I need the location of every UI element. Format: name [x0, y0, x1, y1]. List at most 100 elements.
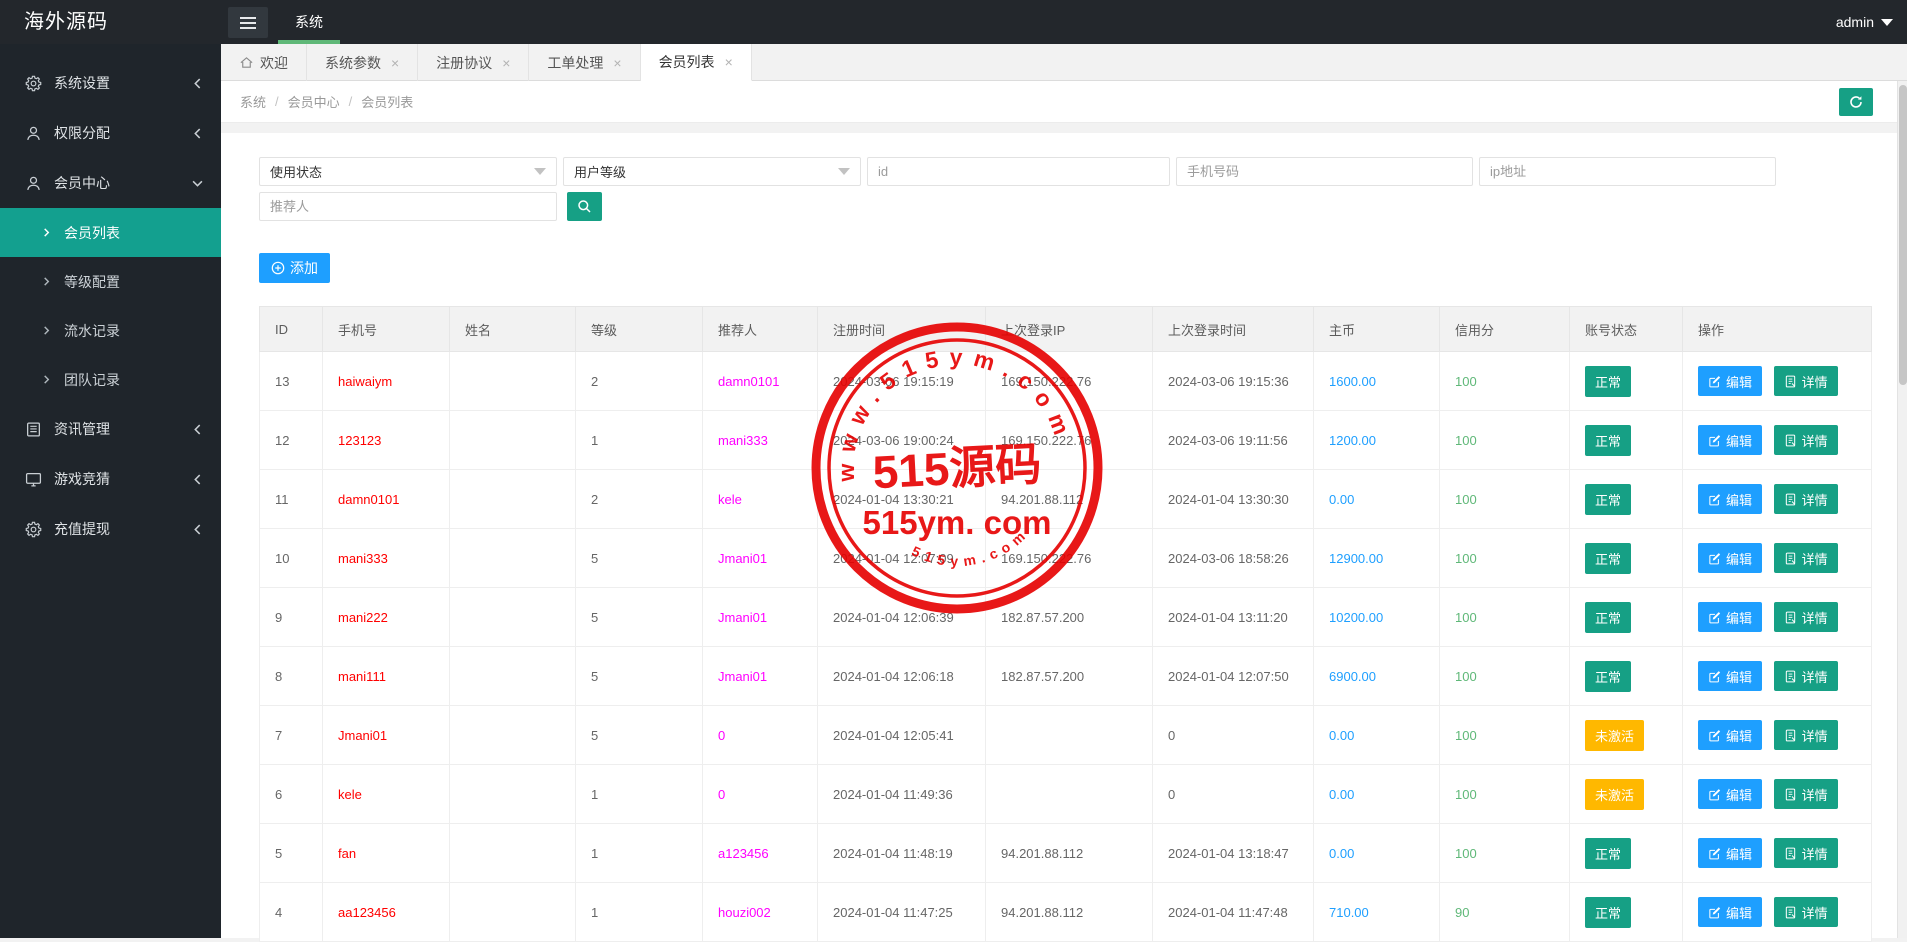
edit-button[interactable]: 编辑 [1698, 779, 1763, 809]
edit-button[interactable]: 编辑 [1698, 425, 1763, 455]
chevron-left-icon [194, 128, 201, 138]
edit-button[interactable]: 编辑 [1698, 366, 1763, 396]
edit-button[interactable]: 编辑 [1698, 720, 1763, 750]
status-badge: 正常 [1585, 837, 1632, 869]
detail-button-label: 详情 [1801, 669, 1828, 685]
edit-button[interactable]: 编辑 [1698, 897, 1763, 927]
cell-referrer: damn0101 [702, 351, 818, 411]
table-row: 4 aa123456 1 houzi002 2024-01-04 11:47:2… [259, 882, 1872, 942]
sidebar-subitem-level-config[interactable]: 等级配置 [0, 257, 221, 306]
cell-status: 正常 [1569, 469, 1683, 529]
tab-member-list[interactable]: 会员列表 × [640, 44, 752, 81]
status-badge: 正常 [1585, 365, 1632, 397]
tab-system-params[interactable]: 系统参数 × [307, 44, 419, 81]
cell-credit: 100 [1439, 410, 1570, 470]
edit-button[interactable]: 编辑 [1698, 602, 1763, 632]
tab-work-orders[interactable]: 工单处理 × [529, 44, 641, 81]
cell-credit: 90 [1439, 882, 1570, 942]
scrollbar-thumb[interactable] [1899, 85, 1907, 385]
detail-button[interactable]: 详情 [1773, 897, 1838, 927]
detail-button[interactable]: 详情 [1773, 366, 1838, 396]
edit-icon [1709, 493, 1721, 505]
sidebar-item-recharge[interactable]: 充值提现 [0, 504, 221, 554]
edit-icon [1709, 729, 1721, 741]
col-name: 姓名 [449, 306, 576, 352]
sidebar-subitem-flow-records[interactable]: 流水记录 [0, 306, 221, 355]
col-last-time: 上次登录时间 [1152, 306, 1314, 352]
sidebar-item-permissions[interactable]: 权限分配 [0, 108, 221, 158]
edit-button[interactable]: 编辑 [1698, 838, 1763, 868]
edit-button[interactable]: 编辑 [1698, 543, 1763, 573]
cell-actions: 编辑 详情 [1682, 764, 1872, 824]
close-icon[interactable]: × [725, 55, 733, 69]
edit-button[interactable]: 编辑 [1698, 661, 1763, 691]
edit-icon [1709, 611, 1721, 623]
cell-status: 正常 [1569, 528, 1683, 588]
detail-button[interactable]: 详情 [1773, 661, 1838, 691]
user-menu[interactable]: admin [1836, 0, 1893, 44]
chevron-left-icon [194, 474, 201, 484]
close-icon[interactable]: × [613, 56, 621, 70]
edit-button[interactable]: 编辑 [1698, 484, 1763, 514]
sidebar-subitem-team-records[interactable]: 团队记录 [0, 355, 221, 404]
tab-welcome[interactable]: 欢迎 [221, 44, 307, 81]
cell-coin: 710.00 [1313, 882, 1440, 942]
cell-level: 1 [575, 764, 703, 824]
cell-phone: mani333 [322, 528, 450, 588]
home-icon [240, 57, 253, 68]
add-button[interactable]: 添加 [259, 253, 330, 283]
detail-button[interactable]: 详情 [1773, 838, 1838, 868]
cell-credit: 100 [1439, 469, 1570, 529]
id-input[interactable] [867, 157, 1170, 186]
detail-button[interactable]: 详情 [1773, 602, 1838, 632]
cell-last-ip: 94.201.88.112 [985, 823, 1153, 883]
search-button[interactable] [567, 192, 602, 221]
ip-input[interactable] [1479, 157, 1776, 186]
cell-phone: fan [322, 823, 450, 883]
detail-button[interactable]: 详情 [1773, 425, 1838, 455]
refresh-button[interactable] [1839, 88, 1873, 116]
cell-coin: 0.00 [1313, 764, 1440, 824]
chevron-left-icon [194, 524, 201, 534]
detail-button[interactable]: 详情 [1773, 484, 1838, 514]
cell-last-time: 2024-03-06 19:15:36 [1152, 351, 1314, 411]
sidebar-subitem-member-list[interactable]: 会员列表 [0, 208, 221, 257]
detail-button[interactable]: 详情 [1773, 779, 1838, 809]
cell-referrer: kele [702, 469, 818, 529]
status-badge: 未激活 [1585, 778, 1645, 810]
detail-button[interactable]: 详情 [1773, 720, 1838, 750]
hamburger-menu-icon[interactable] [228, 7, 268, 38]
level-select[interactable]: 用户等级 [563, 157, 861, 186]
close-icon[interactable]: × [502, 56, 510, 70]
sidebar-item-member-center[interactable]: 会员中心 [0, 158, 221, 208]
cell-status: 正常 [1569, 646, 1683, 706]
cell-last-time: 2024-01-04 12:07:50 [1152, 646, 1314, 706]
cell-referrer: Jmani01 [702, 646, 818, 706]
cell-status: 正常 [1569, 410, 1683, 470]
cell-level: 5 [575, 587, 703, 647]
detail-button-label: 详情 [1801, 374, 1828, 390]
chevron-right-icon [44, 228, 50, 237]
sidebar-item-system-settings[interactable]: 系统设置 [0, 58, 221, 108]
member-table: ID 手机号 姓名 等级 推荐人 注册时间 上次登录IP 上次登录时间 主币 信… [259, 306, 1872, 942]
status-badge: 正常 [1585, 660, 1632, 692]
status-select[interactable]: 使用状态 [259, 157, 557, 186]
referrer-input[interactable] [259, 192, 557, 221]
detail-button[interactable]: 详情 [1773, 543, 1838, 573]
plus-circle-icon [271, 261, 285, 275]
close-icon[interactable]: × [391, 56, 399, 70]
vertical-scrollbar[interactable] [1897, 81, 1907, 938]
chevron-right-icon [44, 326, 50, 335]
tab-register-agreement[interactable]: 注册协议 × [418, 44, 530, 81]
detail-icon [1785, 552, 1795, 564]
phone-input[interactable] [1176, 157, 1473, 186]
sidebar-item-news[interactable]: 资讯管理 [0, 404, 221, 454]
sidebar-item-game[interactable]: 游戏竞猜 [0, 454, 221, 504]
cell-status: 未激活 [1569, 705, 1683, 765]
chevron-left-icon [194, 78, 201, 88]
topnav-item-system[interactable]: 系统 [278, 0, 340, 44]
cell-coin: 1200.00 [1313, 410, 1440, 470]
cell-last-time: 0 [1152, 764, 1314, 824]
cell-name [449, 587, 576, 647]
cell-referrer: houzi002 [702, 882, 818, 942]
